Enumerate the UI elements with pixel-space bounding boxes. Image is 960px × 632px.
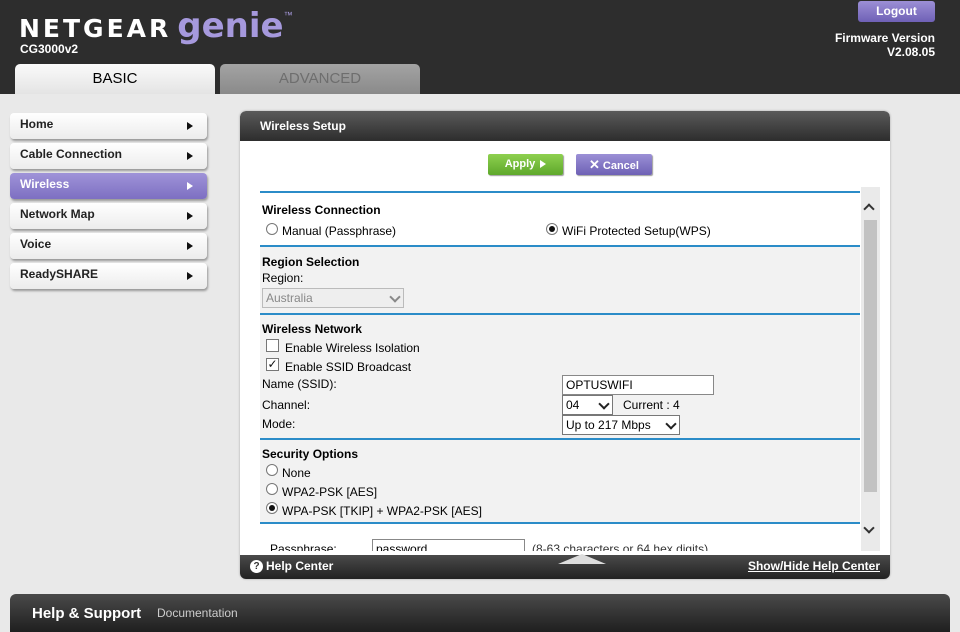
apply-button[interactable]: Apply: [488, 154, 563, 175]
channel-select[interactable]: 04: [562, 395, 613, 415]
sidebar-item-readyshare[interactable]: ReadySHARE: [10, 263, 207, 289]
form-scrollbar[interactable]: [861, 187, 880, 551]
chevron-down-icon: [598, 398, 610, 410]
section-heading: Wireless Connection: [262, 203, 381, 217]
play-icon: [540, 160, 547, 169]
sidebar-item-label: Voice: [20, 237, 52, 251]
bottom-bar: Help & Support Documentation: [10, 594, 950, 632]
chevron-right-icon: [187, 122, 193, 130]
mode-label: Mode:: [262, 417, 296, 431]
mode-value: Up to 217 Mbps: [566, 418, 651, 432]
help-support-label: Help & Support: [32, 605, 142, 622]
sidebar-item-label: Home: [20, 117, 54, 131]
panel-footer: ? Help Center Show/Hide Help Center: [240, 554, 890, 579]
chevron-down-icon: [665, 418, 677, 430]
chevron-right-icon: [187, 182, 193, 190]
settings-form: Wireless Connection Manual (Passphrase) …: [260, 187, 860, 551]
action-bar: Apply ✕ Cancel: [240, 141, 890, 185]
wireless-setup-panel: Wireless Setup Apply ✕ Cancel Wireless Co…: [240, 111, 890, 579]
wireless-network-section: Wireless Network Enable Wireless Isolati…: [260, 315, 860, 438]
sidebar-item-cable-connection[interactable]: Cable Connection: [10, 143, 207, 169]
security-option-label: WPA2-PSK [AES]: [282, 485, 378, 499]
manual-radio[interactable]: [266, 223, 278, 235]
model-name: CG3000v2: [20, 42, 79, 56]
expand-up-icon[interactable]: [558, 554, 606, 564]
tab-advanced[interactable]: ADVANCED: [220, 64, 420, 94]
security-option-label: None: [282, 466, 311, 480]
brand-netgear: NETGEAR: [19, 14, 172, 43]
security-none-radio[interactable]: [266, 464, 278, 476]
channel-label: Channel:: [262, 398, 311, 412]
isolation-label: Enable Wireless Isolation: [285, 341, 420, 355]
help-icon[interactable]: ?: [250, 560, 263, 573]
wps-radio[interactable]: [546, 223, 558, 235]
ssid-label: Name (SSID):: [262, 377, 337, 391]
scroll-down-icon[interactable]: [863, 522, 875, 534]
sidebar-item-network-map[interactable]: Network Map: [10, 203, 207, 229]
apply-label: Apply: [504, 158, 536, 170]
brand-genie: genie: [177, 6, 284, 46]
scroll-up-icon[interactable]: [863, 203, 875, 215]
sidebar-item-label: Wireless: [20, 177, 70, 191]
sidebar-item-home[interactable]: Home: [10, 113, 207, 139]
region-select[interactable]: Australia: [262, 288, 404, 308]
chevron-right-icon: [187, 242, 193, 250]
scroll-thumb[interactable]: [864, 220, 877, 492]
channel-value: 04: [566, 398, 580, 412]
sidebar-item-label: Network Map: [20, 207, 95, 221]
sidebar-item-wireless[interactable]: Wireless: [10, 173, 207, 199]
section-heading: Wireless Network: [262, 322, 362, 336]
mode-select[interactable]: Up to 217 Mbps: [562, 415, 680, 435]
chevron-right-icon: [187, 272, 193, 280]
isolation-checkbox[interactable]: [266, 339, 279, 352]
section-heading: Region Selection: [262, 255, 360, 269]
firmware-version: V2.08.05: [886, 45, 935, 59]
help-center-link[interactable]: Help Center: [266, 559, 333, 573]
panel-title: Wireless Setup: [240, 111, 890, 141]
region-value: Australia: [266, 291, 313, 305]
logout-button[interactable]: Logout: [858, 1, 935, 22]
security-wpa2-radio[interactable]: [266, 483, 278, 495]
region-section: Region Selection Region: Australia: [260, 247, 860, 313]
ssid-broadcast-checkbox[interactable]: ✓: [266, 358, 279, 371]
ssid-input[interactable]: OPTUSWIFI: [562, 375, 714, 395]
chevron-down-icon: [389, 291, 401, 303]
passphrase-hint: (8-63 characters or 64 hex digits): [532, 542, 709, 551]
security-section: Security Options None WPA2-PSK [AES] WPA…: [260, 440, 860, 522]
cancel-label: Cancel: [602, 160, 639, 172]
wireless-connection-section: Wireless Connection Manual (Passphrase) …: [260, 193, 860, 245]
chevron-right-icon: [187, 152, 193, 160]
ssid-broadcast-label: Enable SSID Broadcast: [285, 360, 412, 374]
wps-label: WiFi Protected Setup(WPS): [562, 224, 711, 238]
sidebar-item-voice[interactable]: Voice: [10, 233, 207, 259]
documentation-link[interactable]: Documentation: [157, 606, 238, 620]
security-wpa-wpa2-radio[interactable]: [266, 502, 278, 514]
tab-basic[interactable]: BASIC: [15, 64, 215, 94]
manual-label: Manual (Passphrase): [282, 224, 397, 238]
sidebar-item-label: ReadySHARE: [20, 267, 99, 281]
netgear-genie-logo: NETGEAR genie™: [19, 6, 293, 46]
passphrase-label: Passphrase:: [270, 542, 337, 551]
region-label: Region:: [262, 271, 304, 285]
security-option-label: WPA-PSK [TKIP] + WPA2-PSK [AES]: [282, 504, 482, 518]
passphrase-input[interactable]: password: [372, 539, 525, 551]
passphrase-section: Passphrase: password (8-63 characters or…: [260, 524, 860, 551]
trademark: ™: [283, 10, 293, 20]
header: NETGEAR genie™ CG3000v2 Logout Firmware V…: [0, 0, 960, 94]
section-heading: Security Options: [262, 447, 359, 461]
close-icon: ✕: [589, 157, 600, 172]
chevron-right-icon: [187, 212, 193, 220]
cancel-button[interactable]: ✕ Cancel: [576, 154, 652, 175]
current-channel: Current : 4: [623, 398, 680, 412]
firmware-info: Firmware Version V2.08.05: [835, 31, 935, 59]
show-hide-help-link[interactable]: Show/Hide Help Center: [748, 559, 880, 573]
sidebar-item-label: Cable Connection: [20, 147, 123, 161]
firmware-label: Firmware Version: [834, 31, 935, 45]
